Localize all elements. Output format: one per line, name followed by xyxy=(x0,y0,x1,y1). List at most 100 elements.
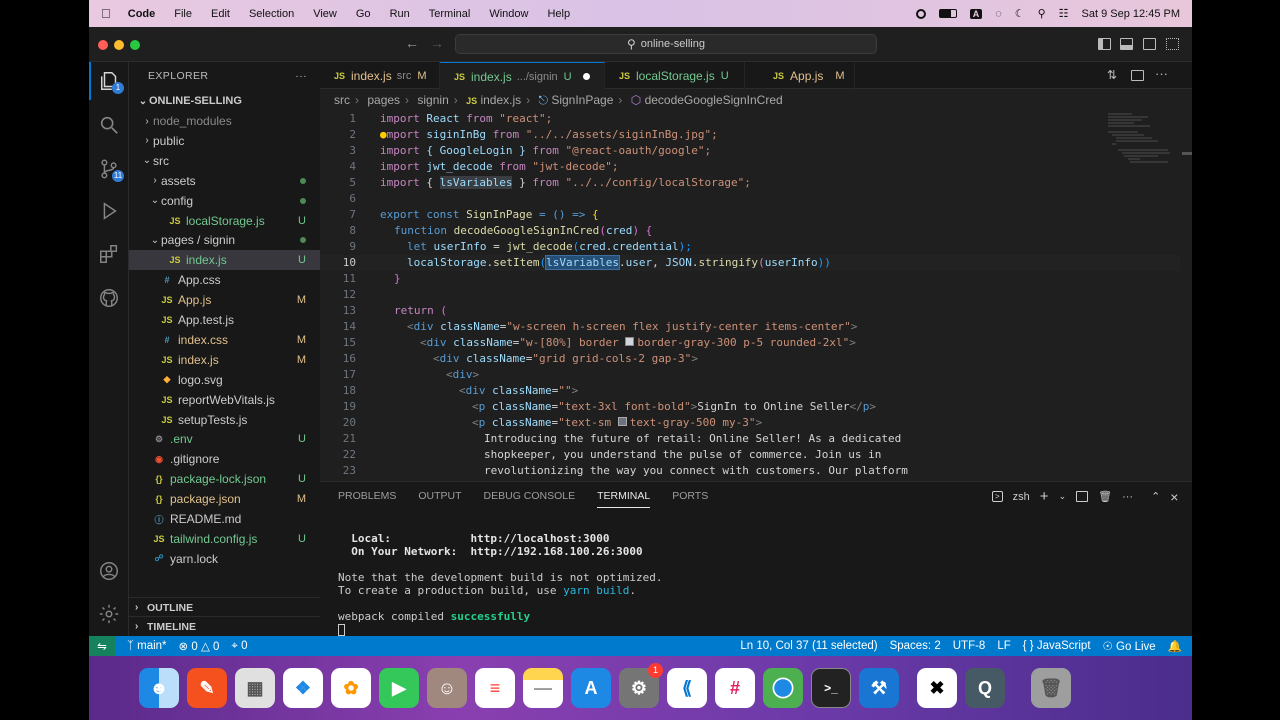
file-item[interactable]: # App.css xyxy=(129,270,320,290)
file-item[interactable]: ☍ yarn.lock xyxy=(129,549,320,569)
dock-slack[interactable]: # xyxy=(715,668,755,708)
more-actions-icon[interactable]: ··· xyxy=(295,70,307,82)
branch-status[interactable]: ᛉ main* xyxy=(127,640,167,652)
trash-icon[interactable]: 🗑 xyxy=(1098,490,1112,503)
unsaved-dot-icon[interactable] xyxy=(583,73,590,80)
menu-edit[interactable]: Edit xyxy=(211,8,230,20)
file-item[interactable]: JS localStorage.js U xyxy=(129,211,320,231)
terminal-local-url[interactable]: http://localhost:3000 xyxy=(470,532,609,545)
folder-item[interactable]: ⌄ pages / signin xyxy=(129,230,320,250)
focus-moon-icon[interactable]: ☾ xyxy=(1015,7,1025,20)
extensions-activity[interactable] xyxy=(89,235,129,273)
dock-facetime[interactable]: ▶ xyxy=(379,668,419,708)
more-actions-icon[interactable]: ··· xyxy=(1155,66,1168,81)
menu-selection[interactable]: Selection xyxy=(249,8,294,20)
dock-launchpad[interactable]: ▦ xyxy=(235,668,275,708)
source-control-activity[interactable]: 11 xyxy=(89,150,129,188)
folder-item[interactable]: › public xyxy=(129,131,320,151)
record-icon[interactable] xyxy=(915,8,926,19)
dock-capcut[interactable]: ✖ xyxy=(917,668,957,708)
tab-debug-console[interactable]: DEBUG CONSOLE xyxy=(484,490,576,508)
command-center-search[interactable]: ⚲ online-selling xyxy=(455,34,877,54)
tab-problems[interactable]: PROBLEMS xyxy=(338,490,396,508)
chevron-down-icon[interactable]: ⌄ xyxy=(1059,491,1067,502)
dock-finder[interactable]: ☻ xyxy=(139,668,179,708)
breadcrumb-item[interactable]: signin xyxy=(417,93,448,107)
breadcrumb-item[interactable]: index.js xyxy=(480,93,521,107)
battery-icon[interactable] xyxy=(938,9,957,18)
dock-reminders[interactable]: ≡ xyxy=(475,668,515,708)
menu-run[interactable]: Run xyxy=(390,8,410,20)
color-swatch-icon[interactable] xyxy=(625,337,635,346)
apple-icon[interactable]:  xyxy=(101,6,111,21)
spotlight-search-icon[interactable]: ⚲ xyxy=(1038,7,1046,20)
breadcrumb-item[interactable]: pages xyxy=(367,93,400,107)
folder-item[interactable]: › node_modules xyxy=(129,111,320,131)
language-mode[interactable]: { } JavaScript xyxy=(1023,640,1091,652)
indentation[interactable]: Spaces: 2 xyxy=(890,640,941,652)
menu-help[interactable]: Help xyxy=(547,8,570,20)
split-terminal-icon[interactable] xyxy=(1076,491,1089,502)
tab-index-src[interactable]: JS index.js src M xyxy=(320,62,440,89)
split-editor-icon[interactable] xyxy=(1131,70,1144,81)
file-item[interactable]: JS setupTests.js xyxy=(129,410,320,430)
color-swatch-icon[interactable] xyxy=(617,417,627,426)
breadcrumb-item[interactable]: SignInPage xyxy=(551,93,613,107)
outline-section[interactable]: › OUTLINE xyxy=(129,597,320,617)
menu-go[interactable]: Go xyxy=(356,8,371,20)
cursor-position[interactable]: Ln 10, Col 37 (11 selected) xyxy=(740,640,877,652)
input-source-icon[interactable]: A xyxy=(969,8,983,19)
shell-name[interactable]: zsh xyxy=(1013,491,1030,503)
notifications-bell-icon[interactable]: 🔔 xyxy=(1168,639,1182,653)
dock-contacts[interactable]: ☺ xyxy=(427,668,467,708)
clock[interactable]: Sat 9 Sep 12:45 PM xyxy=(1082,8,1180,20)
folder-item[interactable]: ⌄ src xyxy=(129,151,320,171)
menu-file[interactable]: File xyxy=(174,8,192,20)
customize-layout-icon[interactable] xyxy=(1166,38,1179,50)
new-terminal-icon[interactable]: + xyxy=(1040,488,1049,505)
minimize-window-button[interactable] xyxy=(114,40,124,50)
maximize-panel-icon[interactable]: ⌃ xyxy=(1151,490,1160,503)
toggle-primary-sidebar-icon[interactable] xyxy=(1098,38,1111,50)
encoding[interactable]: UTF-8 xyxy=(953,640,986,652)
file-item[interactable]: ⓘ README.md xyxy=(129,509,320,529)
search-activity[interactable] xyxy=(89,106,129,144)
close-panel-icon[interactable]: × xyxy=(1170,489,1178,505)
dock-terminal[interactable]: >_ xyxy=(811,668,851,708)
dock-photos[interactable]: ✿ xyxy=(331,668,371,708)
dock-xcode[interactable]: ⚒ xyxy=(859,668,899,708)
timeline-section[interactable]: › TIMELINE xyxy=(129,616,320,636)
file-item[interactable]: JS reportWebVitals.js xyxy=(129,390,320,410)
wifi-icon[interactable]: ◌ xyxy=(995,8,1002,20)
manage-activity[interactable] xyxy=(89,595,129,633)
dock-chrome[interactable] xyxy=(763,668,803,708)
go-live-button[interactable]: ☉ Go Live xyxy=(1103,639,1156,653)
minimap[interactable] xyxy=(1108,112,1176,172)
dock-safari[interactable]: ❖ xyxy=(283,668,323,708)
tab-terminal[interactable]: TERMINAL xyxy=(597,490,651,508)
menu-view[interactable]: View xyxy=(313,8,337,20)
toggle-secondary-sidebar-icon[interactable] xyxy=(1143,38,1156,50)
dock-system-settings[interactable]: ⚙ 1 xyxy=(619,663,663,708)
tab-index-signin[interactable]: JS index.js .../signin U xyxy=(440,62,605,90)
file-item[interactable]: ◆ logo.svg xyxy=(129,370,320,390)
explorer-activity[interactable]: 1 xyxy=(89,62,129,100)
dock-trash[interactable]: 🗑 xyxy=(1031,668,1071,708)
file-item[interactable]: JS index.js M xyxy=(129,350,320,370)
menu-app-name[interactable]: Code xyxy=(128,8,156,20)
file-item[interactable]: ◉ .gitignore xyxy=(129,449,320,469)
breadcrumb-item[interactable]: decodeGoogleSignInCred xyxy=(645,93,783,107)
menu-terminal[interactable]: Terminal xyxy=(429,8,471,20)
terminal-network-url[interactable]: http://192.168.100.26:3000 xyxy=(470,545,642,558)
back-arrow-icon[interactable]: ← xyxy=(405,35,419,51)
dock-quicktime[interactable]: Q xyxy=(965,668,1005,708)
github-activity[interactable] xyxy=(89,279,129,317)
open-changes-icon[interactable]: ⇅ xyxy=(1107,68,1117,82)
file-item[interactable]: {} package.json M xyxy=(129,489,320,509)
vertical-scrollbar-thumb[interactable] xyxy=(1182,152,1192,155)
more-actions-icon[interactable]: ··· xyxy=(1122,491,1133,503)
tab-ports[interactable]: PORTS xyxy=(672,490,708,508)
terminal-shell-icon[interactable]: > xyxy=(992,491,1003,502)
file-item[interactable]: JS App.test.js xyxy=(129,310,320,330)
lightbulb-icon[interactable]: ● xyxy=(380,128,387,141)
